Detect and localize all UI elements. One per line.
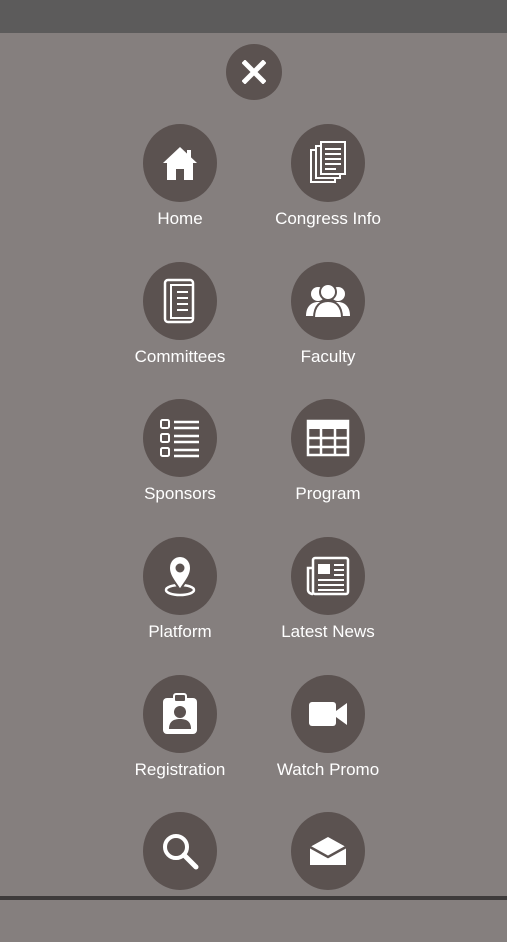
menu-item-sponsors[interactable]: Sponsors [100,399,260,529]
close-icon [242,60,266,84]
menu-item-label: Watch Promo [248,759,408,781]
menu-item-label: Program [248,483,408,505]
menu-item-latest-news[interactable]: Latest News [248,537,408,667]
newspaper-icon [291,537,365,615]
menu-item-program[interactable]: Program [248,399,408,529]
menu-item-watch-promo[interactable]: Watch Promo [248,675,408,805]
home-icon [143,124,217,202]
location-pin-icon [143,537,217,615]
search-icon [143,812,217,890]
menu-item-label: Latest News [248,621,408,643]
menu-item-search[interactable] [100,812,260,942]
menu-item-contact[interactable] [248,812,408,942]
checklist-icon [143,399,217,477]
video-camera-icon [291,675,365,753]
documents-icon [291,124,365,202]
menu-item-label: Committees [100,346,260,368]
close-button[interactable] [226,44,282,100]
table-icon [291,399,365,477]
menu-item-label: Registration [100,759,260,781]
menu-item-label: Sponsors [100,483,260,505]
menu-item-registration[interactable]: Registration [100,675,260,805]
badge-icon [143,675,217,753]
menu-item-congress-info[interactable]: Congress Info [248,124,408,254]
menu-item-label: Home [100,208,260,230]
menu-item-label: Platform [100,621,260,643]
status-bar [0,0,507,33]
book-icon [143,262,217,340]
envelope-icon [291,812,365,890]
menu-item-label: Faculty [248,346,408,368]
bottom-edge [0,896,507,900]
menu-item-platform[interactable]: Platform [100,537,260,667]
menu-item-home[interactable]: Home [100,124,260,254]
people-icon [291,262,365,340]
menu-item-faculty[interactable]: Faculty [248,262,408,392]
menu-item-label: Congress Info [248,208,408,230]
menu-item-committees[interactable]: Committees [100,262,260,392]
